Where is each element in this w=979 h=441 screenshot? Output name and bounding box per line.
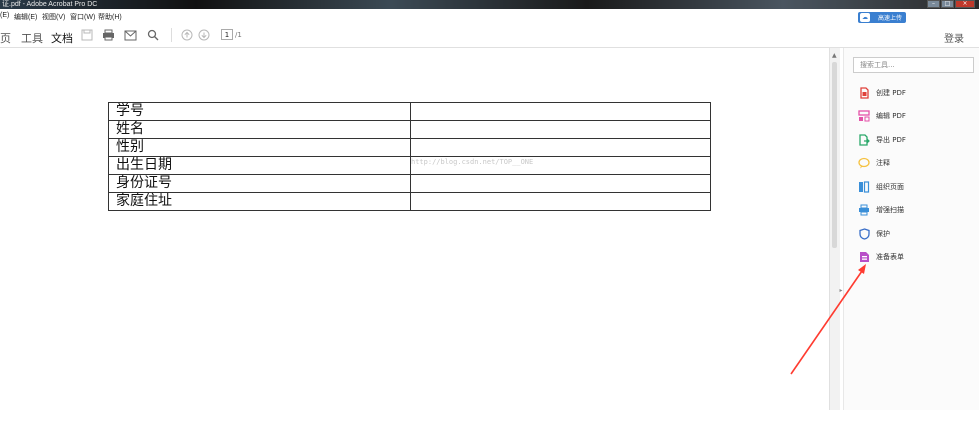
row-value xyxy=(410,102,711,121)
row-label: 家庭住址 xyxy=(108,192,411,211)
minimize-button[interactable]: – xyxy=(927,0,940,8)
scrollbar-thumb[interactable] xyxy=(832,62,837,248)
student-info-table: 学号 姓名 性别 出生日期 身份证号 家庭住址 xyxy=(108,102,711,211)
table-row: 身份证号 xyxy=(108,174,711,193)
collapse-pane-icon[interactable]: ▸ xyxy=(838,284,844,298)
row-label: 出生日期 xyxy=(108,156,411,175)
tool-create-pdf[interactable]: 创建 PDF xyxy=(858,86,906,100)
save-icon[interactable] xyxy=(80,28,94,42)
protect-icon xyxy=(858,228,870,240)
table-row: 学号 xyxy=(108,102,711,121)
export-pdf-icon xyxy=(858,134,870,146)
tool-label: 保护 xyxy=(876,230,890,238)
tool-organize-pages[interactable]: 组织页面 xyxy=(858,180,904,194)
tool-protect[interactable]: 保护 xyxy=(858,227,890,241)
watermark-text: http://blog.csdn.net/TOP__ONE xyxy=(411,158,534,166)
table-row: 家庭住址 xyxy=(108,192,711,211)
tool-search-input[interactable]: 搜索工具... xyxy=(853,57,974,73)
tool-prepare-form[interactable]: 准备表单 xyxy=(858,250,904,264)
cloud-upload-label: 高速上传 xyxy=(878,15,903,22)
tool-label: 注释 xyxy=(876,159,890,167)
toolbar-divider xyxy=(171,28,172,42)
row-label: 姓名 xyxy=(108,120,411,139)
toolbar: 页 工具 文档 1 /1 登录 xyxy=(0,23,979,48)
page-number-input[interactable]: 1 xyxy=(221,29,233,40)
organize-pages-icon xyxy=(858,181,870,193)
tab-document[interactable]: 文档 xyxy=(51,30,73,46)
menu-item-help[interactable]: 帮助(H) xyxy=(98,12,122,22)
tool-edit-pdf[interactable]: 编辑 PDF xyxy=(858,109,906,123)
tool-label: 导出 PDF xyxy=(876,136,906,144)
prepare-form-icon xyxy=(858,251,870,263)
tool-enhance-scans[interactable]: 增强扫描 xyxy=(858,203,904,217)
document-scrollbar[interactable]: ▲ xyxy=(829,48,840,410)
menu-bar: (E) 编辑(E) 视图(V) 窗口(W) 帮助(H) xyxy=(0,9,979,23)
scan-icon xyxy=(858,204,870,216)
cloud-icon: ☁ xyxy=(860,13,870,22)
title-bar: 证.pdf - Adobe Acrobat Pro DC – □ × xyxy=(0,0,979,9)
close-button[interactable]: × xyxy=(955,0,975,8)
tool-label: 编辑 PDF xyxy=(876,112,906,120)
search-icon[interactable] xyxy=(146,28,160,42)
previous-page-icon[interactable] xyxy=(180,28,194,42)
login-link[interactable]: 登录 xyxy=(944,30,964,45)
tool-label: 准备表单 xyxy=(876,253,904,261)
menu-item-file[interactable]: (E) xyxy=(0,12,9,19)
tool-label: 组织页面 xyxy=(876,183,904,191)
row-label: 学号 xyxy=(108,102,411,121)
comment-icon xyxy=(858,157,870,169)
menu-item-window[interactable]: 窗口(W) xyxy=(70,12,95,22)
maximize-button[interactable]: □ xyxy=(941,0,954,8)
tool-label: 增强扫描 xyxy=(876,206,904,214)
table-row: 出生日期 xyxy=(108,156,711,175)
window-title: 证.pdf - Adobe Acrobat Pro DC xyxy=(2,1,98,8)
print-icon[interactable] xyxy=(101,28,115,42)
row-value xyxy=(410,120,711,139)
row-label: 性别 xyxy=(108,138,411,157)
page-total: /1 xyxy=(235,31,242,39)
row-value xyxy=(410,192,711,211)
row-label: 身份证号 xyxy=(108,174,411,193)
create-pdf-icon xyxy=(858,87,870,99)
menu-item-edit[interactable]: 编辑(E) xyxy=(14,12,37,22)
email-icon[interactable] xyxy=(123,28,137,42)
row-value xyxy=(410,174,711,193)
menu-item-view[interactable]: 视图(V) xyxy=(42,12,65,22)
tab-tools[interactable]: 工具 xyxy=(21,30,43,46)
tool-label: 创建 PDF xyxy=(876,89,906,97)
row-value xyxy=(410,138,711,157)
tab-home[interactable]: 页 xyxy=(0,30,11,46)
next-page-icon[interactable] xyxy=(197,28,211,42)
table-row: 性别 xyxy=(108,138,711,157)
scroll-up-icon[interactable]: ▲ xyxy=(832,52,837,59)
cloud-upload-button[interactable]: ☁ 高速上传 xyxy=(858,12,906,23)
table-row: 姓名 xyxy=(108,120,711,139)
window-controls: – □ × xyxy=(927,0,975,8)
tool-comment[interactable]: 注释 xyxy=(858,156,890,170)
edit-pdf-icon xyxy=(858,110,870,122)
tool-export-pdf[interactable]: 导出 PDF xyxy=(858,133,906,147)
